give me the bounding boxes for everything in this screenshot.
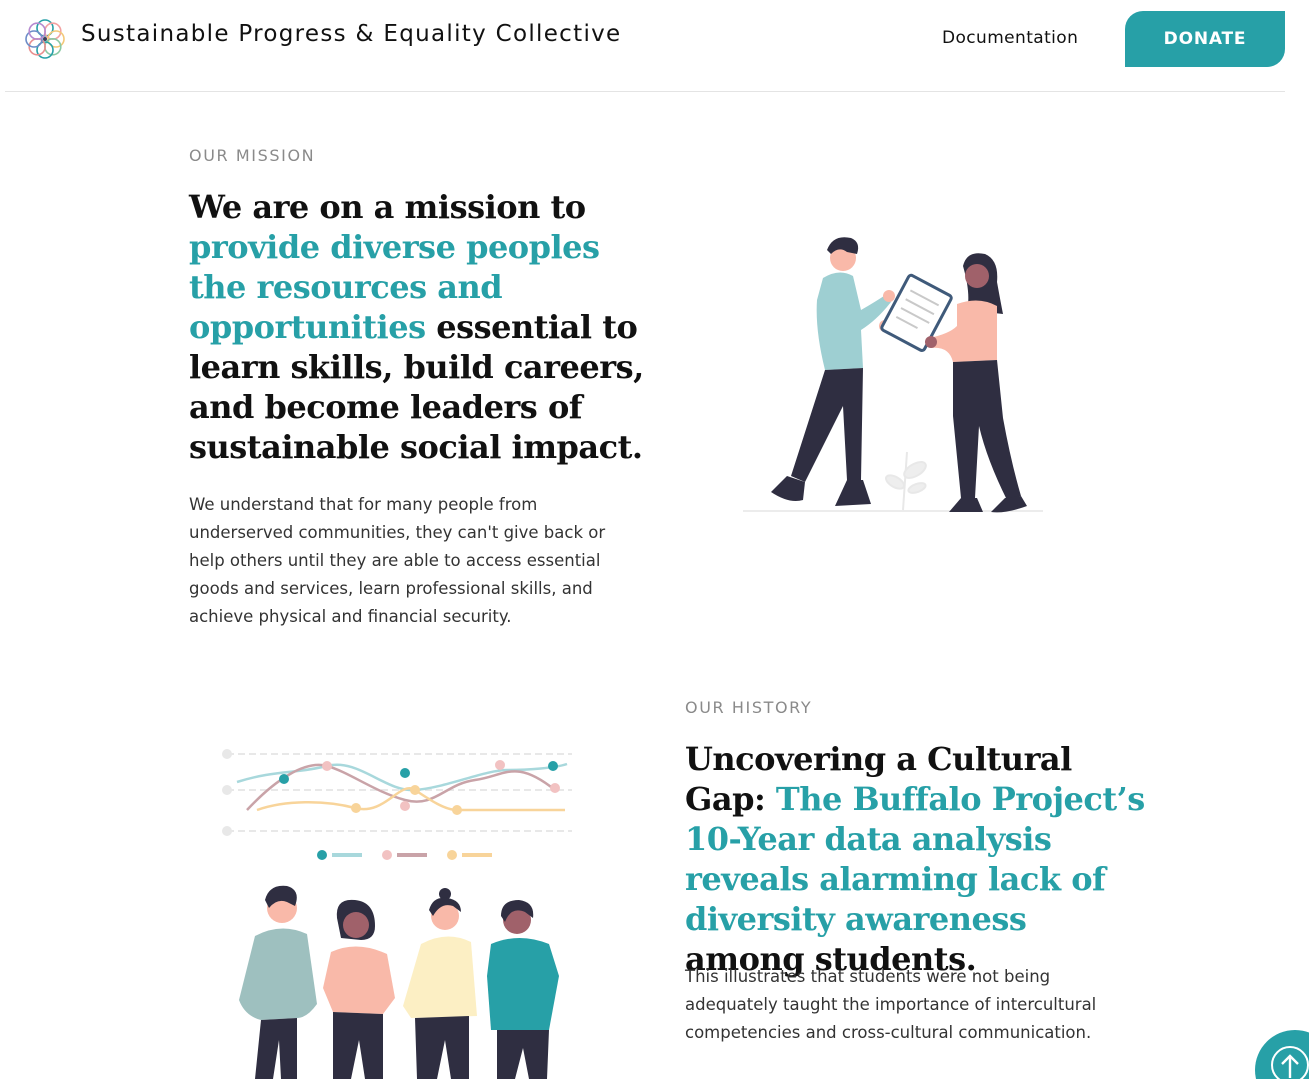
mission-heading: We are on a mission to provide diverse p… [189,187,659,467]
four-people-with-line-chart-illustration [215,740,580,1079]
nav-documentation-link[interactable]: Documentation [942,28,1078,48]
mission-body: We understand that for many people from … [189,495,606,626]
history-body: This illustrates that students were not … [685,967,1097,1042]
scroll-to-top-button[interactable] [1255,1030,1309,1079]
two-people-reviewing-document-illustration [735,230,1050,520]
arrow-up-circle-icon [1271,1046,1309,1079]
brand-name[interactable]: Sustainable Progress & Equality Collecti… [81,21,622,47]
history-heading: Uncovering a Cultural Gap: The Buffalo P… [685,739,1155,979]
mission-heading-lead: We are on a mission to [189,188,586,226]
rosette-logo-icon[interactable] [20,14,70,64]
page: Sustainable Progress & Equality Collecti… [0,0,1309,1079]
donate-button[interactable]: DONATE [1125,11,1285,67]
site-header: Sustainable Progress & Equality Collecti… [5,0,1285,92]
history-eyebrow: OUR HISTORY [685,698,813,717]
mission-eyebrow: OUR MISSION [189,146,316,165]
